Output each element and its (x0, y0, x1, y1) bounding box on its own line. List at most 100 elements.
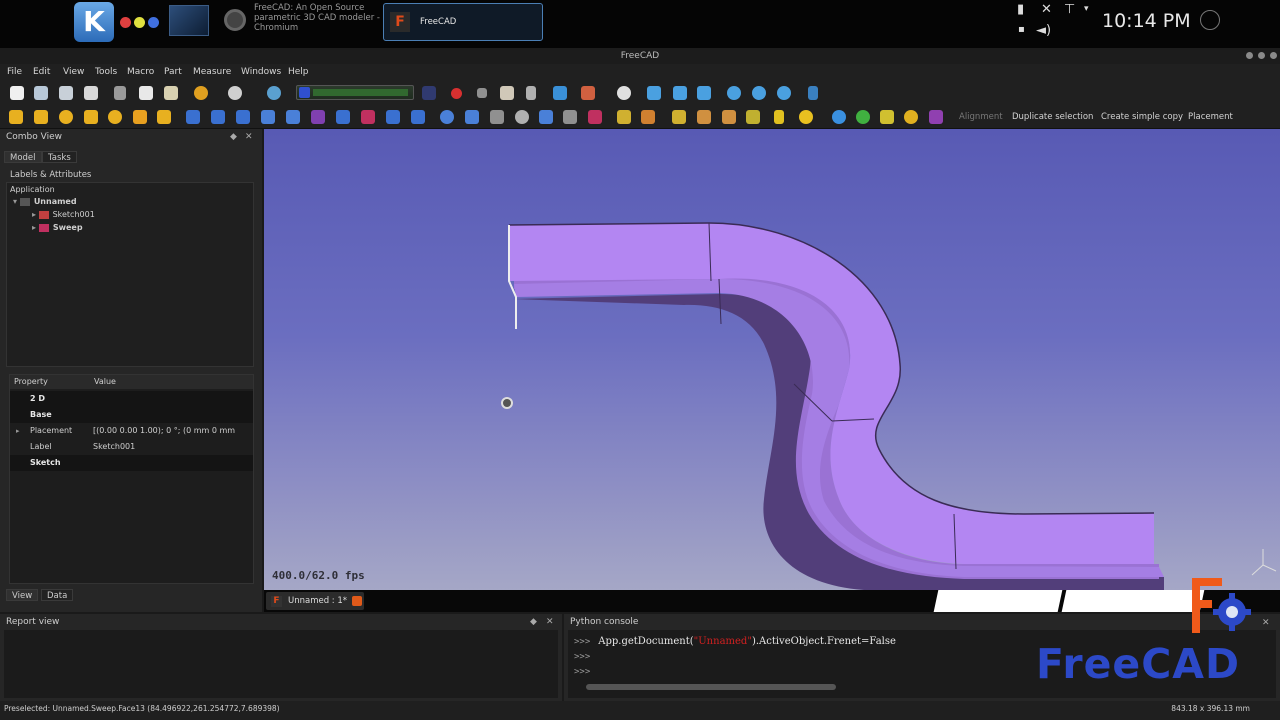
report-view-content[interactable] (4, 630, 558, 698)
revolve-icon[interactable] (211, 110, 225, 124)
property-row-placement[interactable]: ▸ Placement [(0.00 0.00 1.00); 0 °; (0 m… (10, 423, 253, 439)
expand-arrow-icon[interactable]: ▸ (16, 423, 20, 439)
tab-data[interactable]: Data (41, 589, 74, 601)
tree-item-sketch001[interactable]: ▸ Sketch001 (32, 210, 95, 219)
expand-arrow-icon[interactable]: ▾ (13, 197, 20, 206)
measure-clear-icon[interactable] (722, 110, 736, 124)
hammer-icon[interactable] (880, 110, 894, 124)
draw-style-icon[interactable] (581, 86, 595, 100)
cube-icon[interactable] (9, 110, 23, 124)
float-icon[interactable]: ◆ (530, 617, 537, 627)
measure-delta-icon[interactable] (799, 110, 813, 124)
macro-play-icon[interactable] (526, 86, 536, 100)
close-tab-icon[interactable] (352, 596, 362, 606)
print-icon[interactable] (84, 86, 98, 100)
cylinder-icon[interactable] (34, 110, 48, 124)
tree-document[interactable]: ▾ Unnamed (13, 197, 77, 206)
loft-icon[interactable] (336, 110, 350, 124)
tray-expand-icon[interactable]: ▾ (1084, 4, 1089, 14)
compound-icon[interactable] (588, 110, 602, 124)
split-icon[interactable] (929, 110, 943, 124)
tools-icon[interactable]: ✕ (1041, 2, 1052, 17)
mirror-icon[interactable] (236, 110, 250, 124)
horizontal-scrollbar[interactable] (586, 684, 836, 690)
close-icon[interactable]: ✕ (546, 617, 554, 627)
sphere-icon[interactable] (59, 110, 73, 124)
menu-tools[interactable]: Tools (95, 67, 117, 77)
common-icon[interactable] (515, 110, 529, 124)
cut-shape-icon[interactable] (465, 110, 479, 124)
close-icon[interactable]: ✕ (245, 132, 253, 142)
property-value[interactable]: [(0.00 0.00 1.00); 0 °; (0 mm 0 mm (93, 423, 235, 439)
notes-icon[interactable]: ▮ (1017, 2, 1024, 17)
cut-icon[interactable] (114, 86, 126, 100)
paste-icon[interactable] (164, 86, 178, 100)
property-value[interactable]: Sketch001 (93, 439, 135, 455)
redo-icon[interactable] (228, 86, 242, 100)
view-bottom-icon[interactable] (752, 86, 766, 100)
green-sphere-icon[interactable] (856, 110, 870, 124)
tab-view[interactable]: View (6, 589, 39, 601)
alignment-button[interactable]: Alignment (959, 112, 1003, 122)
ruled-surface-icon[interactable] (311, 110, 325, 124)
close-icon[interactable]: ✕ (1262, 618, 1270, 628)
open-icon[interactable] (34, 86, 48, 100)
duplicate-selection-button[interactable]: Duplicate selection (1012, 112, 1093, 122)
fillet-icon[interactable] (261, 110, 275, 124)
menu-part[interactable]: Part (164, 67, 182, 77)
measure-3d-icon[interactable] (774, 110, 784, 124)
menu-edit[interactable]: Edit (33, 67, 50, 77)
workbench-select[interactable] (296, 85, 414, 100)
minimize-icon[interactable] (1246, 52, 1253, 59)
close-icon[interactable] (1270, 52, 1277, 59)
view-front-icon[interactable] (647, 86, 661, 100)
clipboard-icon[interactable]: ▪ (1018, 24, 1025, 35)
measure-distance-icon[interactable] (808, 86, 818, 100)
torus-icon[interactable] (108, 110, 122, 124)
desktop-pager[interactable] (169, 5, 209, 36)
create-simple-copy-button[interactable]: Create simple copy (1101, 112, 1183, 122)
tab-model[interactable]: Model (4, 151, 42, 163)
network-icon[interactable]: ⊤ (1064, 2, 1075, 17)
measure-angular-icon[interactable] (672, 110, 686, 124)
fit-all-icon[interactable] (553, 86, 567, 100)
task-freecad[interactable]: F FreeCAD (383, 3, 543, 41)
menu-view[interactable]: View (63, 67, 84, 77)
view-right-icon[interactable] (697, 86, 711, 100)
new-document-icon[interactable] (10, 86, 24, 100)
undo-icon[interactable] (194, 86, 208, 100)
menu-macro[interactable]: Macro (127, 67, 154, 77)
check-geometry-icon[interactable] (617, 110, 631, 124)
maximize-icon[interactable] (1258, 52, 1265, 59)
macro-record-icon[interactable] (451, 88, 462, 99)
whatsthis-icon[interactable] (422, 86, 436, 100)
measure-linear-icon[interactable] (641, 110, 655, 124)
sweep-model[interactable] (264, 129, 1280, 590)
measure-refresh-icon[interactable] (697, 110, 711, 124)
clock[interactable]: 10:14 PM (1102, 10, 1191, 32)
macro-stop-icon[interactable] (477, 88, 487, 98)
placement-button[interactable]: Placement (1188, 112, 1233, 122)
extrude-icon[interactable] (186, 110, 200, 124)
cashew-icon[interactable] (1200, 10, 1220, 30)
refresh-icon[interactable] (267, 86, 281, 100)
view-top-icon[interactable] (673, 86, 687, 100)
sweep-icon[interactable] (361, 110, 375, 124)
thickness-icon[interactable] (411, 110, 425, 124)
chamfer-icon[interactable] (286, 110, 300, 124)
menu-measure[interactable]: Measure (193, 67, 231, 77)
3d-view[interactable]: 400.0/62.0 fps (264, 129, 1280, 590)
view-axo-icon[interactable] (617, 86, 631, 100)
float-icon[interactable]: ◆ (230, 132, 237, 142)
collapse-arrow-icon[interactable]: ▸ (32, 223, 39, 232)
section-icon[interactable] (539, 110, 553, 124)
tab-tasks[interactable]: Tasks (42, 151, 77, 163)
measure-toggle-icon[interactable] (746, 110, 760, 124)
primitives-icon[interactable] (133, 110, 147, 124)
view-rear-icon[interactable] (727, 86, 741, 100)
property-row-label[interactable]: Label Sketch001 (10, 439, 253, 455)
boolean-icon[interactable] (440, 110, 454, 124)
menu-help[interactable]: Help (288, 67, 309, 77)
offset-icon[interactable] (386, 110, 400, 124)
attachment-icon[interactable] (832, 110, 846, 124)
